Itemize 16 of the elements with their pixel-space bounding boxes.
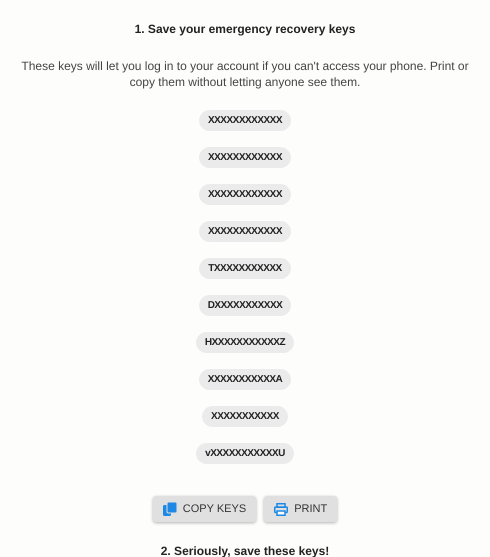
recovery-key: DXXXXXXXXXXX <box>198 295 292 316</box>
printer-icon <box>274 502 288 516</box>
copy-keys-button[interactable]: COPY KEYS <box>152 496 256 522</box>
recovery-key: XXXXXXXXXXXA <box>198 369 292 390</box>
recovery-key: vXXXXXXXXXXXU <box>196 443 294 464</box>
section-heading: 1. Save your emergency recovery keys <box>134 22 356 36</box>
description-text: These keys will let you log in to your account if you can't access your phone. Print or copy them without letting anyone see them. <box>20 58 470 90</box>
copy-icon <box>162 502 177 516</box>
recovery-key: XXXXXXXXXXX <box>202 406 288 427</box>
recovery-key: XXXXXXXXXXXX <box>198 221 292 242</box>
recovery-key: HXXXXXXXXXXXZ <box>196 332 294 353</box>
print-button[interactable]: PRINT <box>264 496 338 522</box>
recovery-key: XXXXXXXXXXXX <box>198 184 292 205</box>
recovery-key: TXXXXXXXXXXX <box>199 258 291 279</box>
recovery-key: XXXXXXXXXXXX <box>198 110 292 131</box>
recovery-key: XXXXXXXXXXXX <box>198 147 292 168</box>
